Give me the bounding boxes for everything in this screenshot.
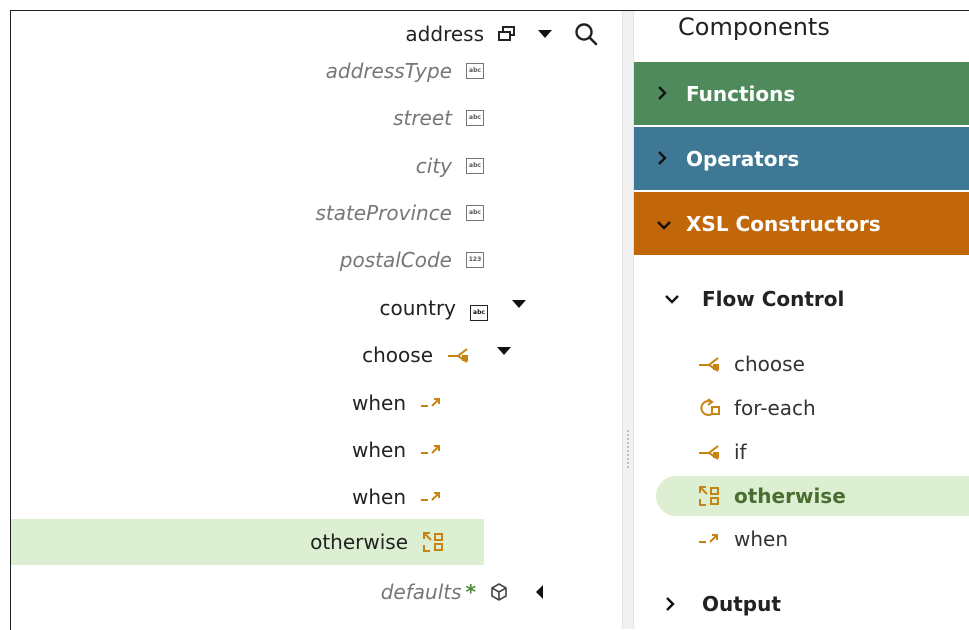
otherwise-icon [422,531,444,553]
tree-node-address[interactable]: address [11,11,622,57]
component-label: when [734,527,789,551]
group-label: Output [702,592,781,616]
components-title: Components [678,13,830,41]
tree-node-otherwise-selected[interactable]: otherwise [11,519,484,565]
if-icon [696,444,722,460]
chevron-down-icon [664,293,702,305]
tree-node-label: choose [362,343,433,367]
search-icon[interactable] [574,22,598,46]
component-when[interactable]: when [696,519,788,559]
section-xsl-constructors[interactable]: XSL Constructors [634,192,969,255]
tree-node-when[interactable]: when [352,380,442,426]
component-label: otherwise [734,484,846,508]
number-type-icon: 123 [466,252,484,268]
chevron-right-icon [656,147,686,171]
tree-node-stateProvince[interactable]: stateProvince abc [315,190,484,236]
component-for-each[interactable]: for-each [696,388,816,428]
choose-icon [696,356,722,372]
tree-node-label: address [405,22,484,46]
tree-node-addressType[interactable]: addressType abc [326,48,484,94]
cube-icon [490,583,508,601]
components-panel: Components Functions Operators XSL Const… [634,11,969,629]
string-type-icon: abc [466,110,484,126]
chevron-right-icon [656,82,686,106]
when-icon [420,490,442,504]
group-label: Flow Control [702,287,845,311]
tree-node-city[interactable]: city abc [416,143,484,189]
panel-splitter[interactable] [622,11,634,629]
tree-node-label: stateProvince [315,201,452,225]
section-functions[interactable]: Functions [634,62,969,125]
component-label: if [734,440,747,464]
splitter-grip-icon[interactable] [626,429,630,469]
tree-node-country[interactable]: country abc [380,285,526,331]
section-label: XSL Constructors [686,211,881,236]
tree-node-label: when [351,485,406,509]
tree-node-label: otherwise [310,530,408,554]
chevron-down-icon [656,212,686,236]
when-icon [420,396,442,410]
tree-node-label: city [415,154,452,178]
component-label: choose [734,352,805,376]
tree-node-choose[interactable]: choose [362,332,511,378]
tree-node-label: when [351,438,406,462]
when-icon [420,443,442,457]
tree-node-label: when [351,391,406,415]
modified-marker: * [465,580,476,604]
tree-node-postalCode[interactable]: postalCode 123 [340,237,484,283]
tree-node-street[interactable]: street abc [393,95,484,141]
component-otherwise-selected[interactable]: otherwise [656,476,969,516]
string-type-icon: abc [466,205,484,221]
chevron-right-icon [664,596,702,612]
expand-caret-icon[interactable] [538,30,552,38]
tree-node-when[interactable]: when [352,474,442,520]
collapse-caret-icon[interactable] [536,585,543,599]
string-type-icon: abc [466,158,484,174]
mapping-tree-panel: address addressType abc street abc city … [11,11,622,629]
otherwise-icon [696,485,722,507]
when-icon [696,532,722,546]
tree-node-label: street [393,106,452,130]
for-each-icon [696,398,722,418]
string-type-icon: abc [470,305,488,321]
component-if[interactable]: if [696,432,747,472]
expand-caret-icon[interactable] [497,347,511,355]
component-choose[interactable]: choose [696,344,805,384]
element-group-icon [498,26,516,42]
section-label: Functions [686,81,796,106]
group-output[interactable]: Output [664,592,781,616]
string-type-icon: abc [466,63,484,79]
tree-node-label: addressType [325,59,452,83]
tree-node-label: postalCode [339,248,452,272]
component-label: for-each [734,396,816,420]
tree-node-when[interactable]: when [352,427,442,473]
choose-icon [447,347,469,363]
section-operators[interactable]: Operators [634,127,969,190]
expand-caret-icon[interactable] [512,300,526,308]
tree-node-defaults[interactable]: defaults * [381,569,543,615]
tree-node-label: country [379,296,456,320]
group-flow-control[interactable]: Flow Control [664,287,844,311]
section-label: Operators [686,146,800,171]
tree-node-label: defaults [380,580,462,604]
